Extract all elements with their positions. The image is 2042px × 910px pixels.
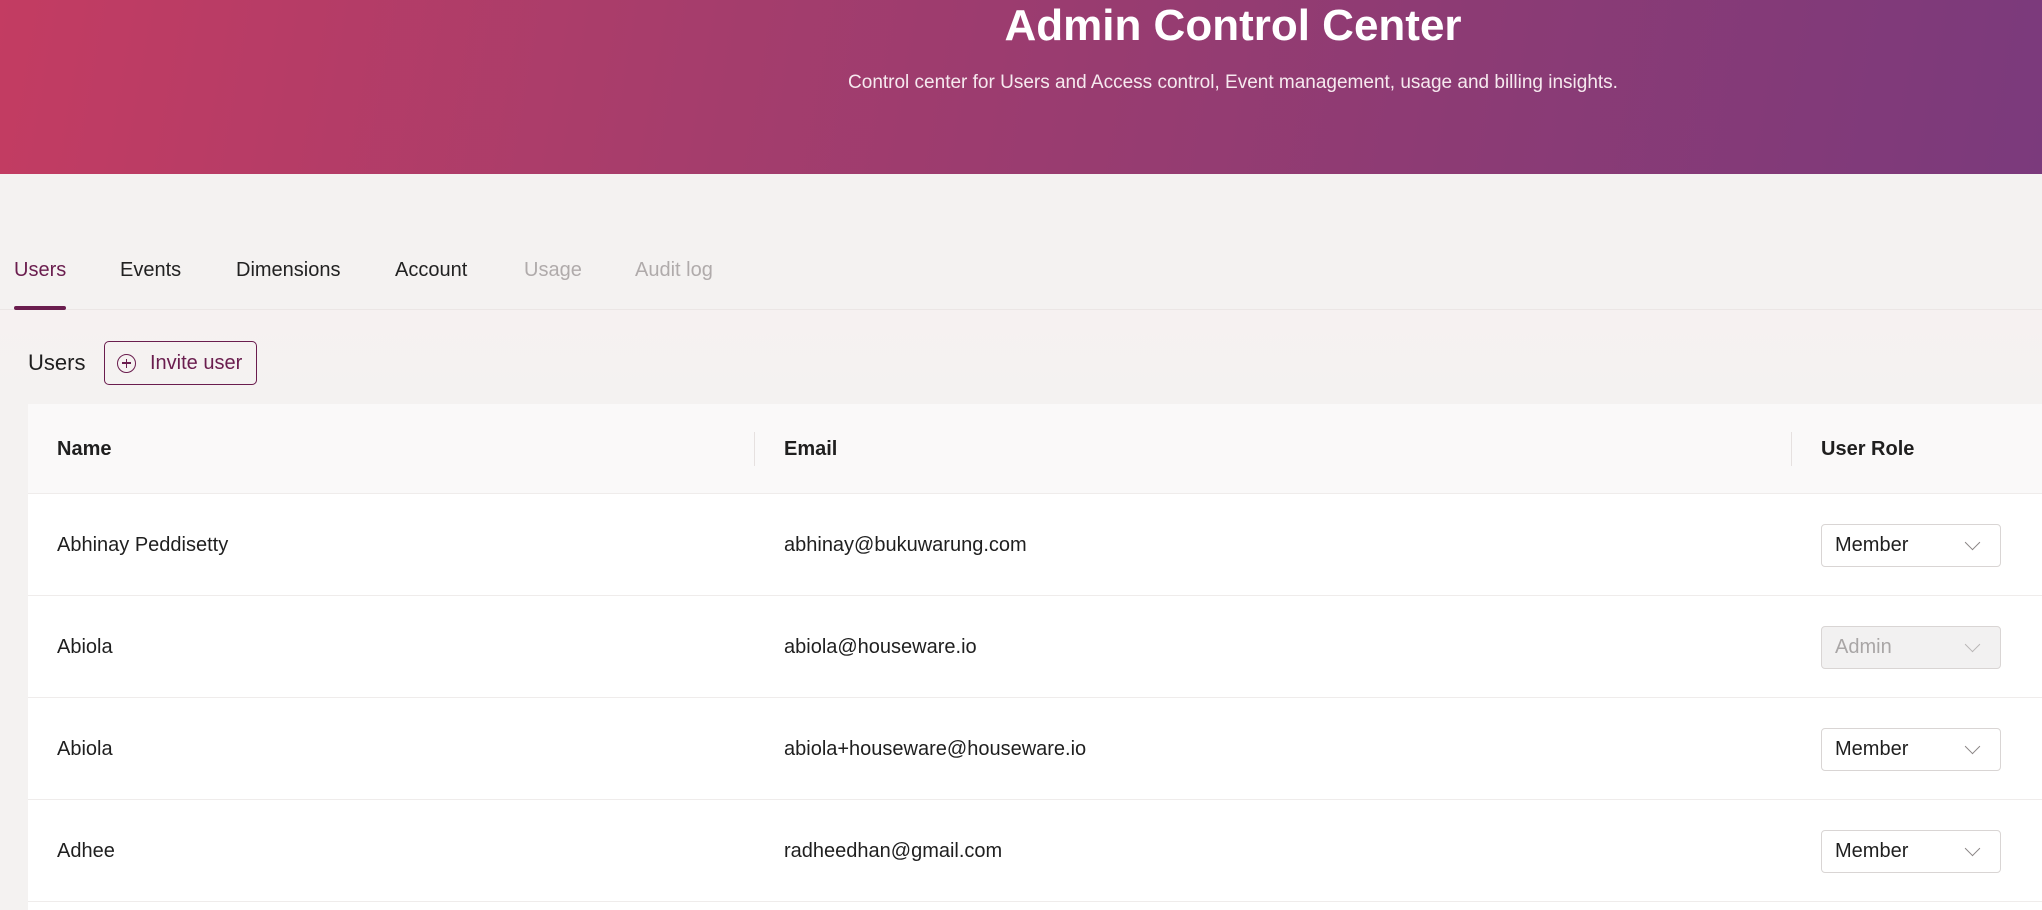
tab-usage: Usage: [524, 259, 582, 281]
user-role-value: Admin: [1835, 636, 1892, 658]
tab-audit-log: Audit log: [635, 259, 713, 281]
page-subtitle: Control center for Users and Access cont…: [848, 72, 1618, 93]
table-row: Abiola abiola@houseware.io Admin: [28, 596, 2042, 698]
user-email: abiola+houseware@houseware.io: [784, 738, 1087, 760]
hero-banner: Admin Control Center Control center for …: [0, 0, 2042, 174]
users-table: Name Email User Role Abhinay Peddisetty …: [28, 404, 2042, 910]
user-role-select[interactable]: Member: [1821, 728, 2001, 771]
user-email: radheedhan@gmail.com: [784, 840, 1003, 862]
user-name: Adhee: [57, 840, 115, 862]
users-section-header: Users Invite user: [0, 310, 2042, 404]
table-row: Abhinay Peddisetty abhinay@bukuwarung.co…: [28, 494, 2042, 596]
tab-bar: Users Events Dimensions Account Usage Au…: [0, 250, 2042, 310]
user-name: Abhinay Peddisetty: [57, 534, 229, 556]
add-circle-icon: [117, 353, 136, 373]
chevron-down-icon: [1964, 534, 1981, 551]
section-title: Users: [28, 350, 86, 375]
tab-users[interactable]: Users: [14, 250, 67, 310]
user-role-value: Member: [1835, 738, 1909, 760]
chevron-down-icon: [1964, 840, 1981, 857]
column-divider[interactable]: [754, 432, 755, 466]
user-email: abiola@houseware.io: [784, 636, 977, 658]
column-header-name[interactable]: Name: [57, 404, 111, 494]
user-role-value: Member: [1835, 840, 1909, 862]
user-role-value: Member: [1835, 534, 1909, 556]
user-name: Abiola: [57, 636, 113, 658]
chevron-down-icon: [1964, 636, 1981, 653]
table-row: Adhee radheedhan@gmail.com Member: [28, 800, 2042, 902]
user-role-select[interactable]: Member: [1821, 524, 2001, 567]
tab-dimensions[interactable]: Dimensions: [236, 250, 340, 310]
column-header-user-role[interactable]: User Role: [1821, 404, 1914, 494]
invite-user-label: Invite user: [150, 351, 243, 374]
column-header-email[interactable]: Email: [784, 404, 837, 494]
user-name: Abiola: [57, 738, 113, 760]
user-email: abhinay@bukuwarung.com: [784, 534, 1027, 556]
table-row: Abiola abiola+houseware@houseware.io Mem…: [28, 698, 2042, 800]
column-divider[interactable]: [1791, 432, 1792, 466]
user-role-select: Admin: [1821, 626, 2001, 669]
page-title: Admin Control Center: [1004, 1, 1462, 50]
user-role-select[interactable]: Member: [1821, 830, 2001, 873]
tab-account[interactable]: Account: [395, 250, 467, 310]
tab-events[interactable]: Events: [120, 250, 181, 310]
invite-user-button[interactable]: Invite user: [104, 341, 257, 385]
chevron-down-icon: [1964, 738, 1981, 755]
table-header: Name Email User Role: [28, 404, 2042, 494]
